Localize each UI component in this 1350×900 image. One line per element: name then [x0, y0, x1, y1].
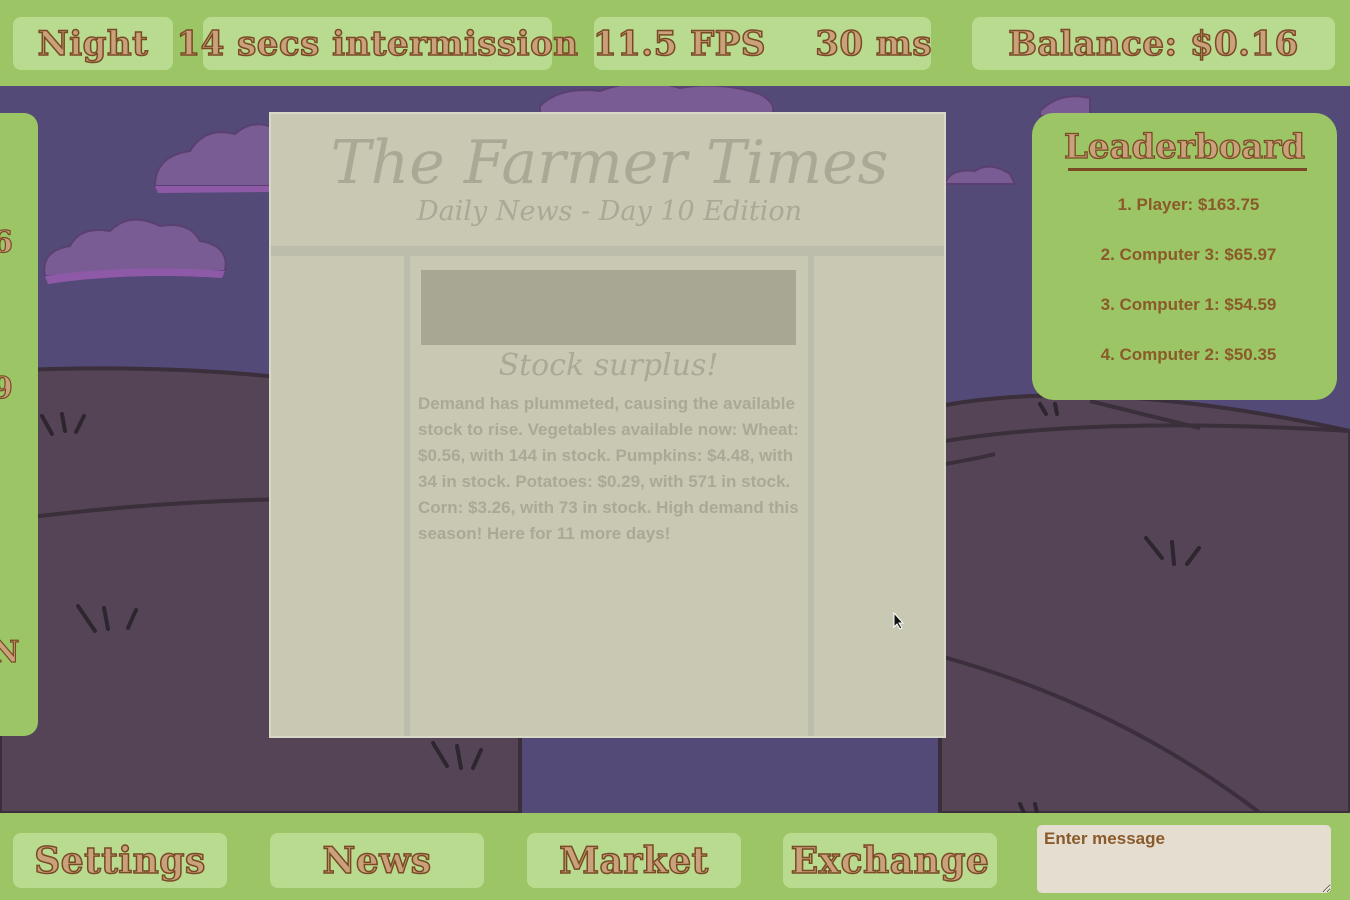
settings-button[interactable]: Settings: [13, 833, 227, 888]
side-panel-fragment: 6: [0, 224, 13, 260]
article-headline: Stock surplus!: [498, 348, 719, 383]
mouse-cursor-icon: [893, 612, 905, 630]
news-button[interactable]: News: [270, 833, 484, 888]
column-divider: [808, 256, 814, 736]
side-panel: 6 9 N: [0, 113, 38, 736]
leaderboard-title-underline: [1068, 168, 1307, 171]
leaderboard-entry: 3. Computer 1: $54.59: [1100, 295, 1277, 314]
newspaper-subtitle: Daily News - Day 10 Edition: [417, 196, 802, 227]
leaderboard-entry: 4. Computer 2: $50.35: [1100, 345, 1277, 364]
cloud-shadow: [155, 186, 275, 193]
leaderboard-title: Leaderboard: [1063, 126, 1306, 167]
newspaper-modal: The Farmer Times Daily News - Day 10 Edi…: [269, 112, 946, 738]
leaderboard-panel: Leaderboard 1. Player: $163.75 2. Comput…: [1032, 113, 1337, 400]
article-body: Demand has plummeted, causing the availa…: [418, 394, 799, 543]
side-panel-fragment: N: [0, 634, 20, 670]
article-image-placeholder: [421, 270, 796, 345]
time-of-day-label: Night: [13, 17, 173, 70]
column-divider: [404, 256, 410, 736]
intermission-timer: 14 secs intermission: [176, 17, 579, 70]
balance-display: Balance: $0.16: [972, 17, 1335, 70]
performance-counter: 11.5 FPS 30 ms: [592, 17, 932, 70]
leaderboard-entry: 2. Computer 3: $65.97: [1100, 245, 1277, 264]
exchange-button[interactable]: Exchange: [783, 833, 997, 888]
market-button[interactable]: Market: [527, 833, 741, 888]
chat-message-input[interactable]: [1037, 825, 1331, 893]
newspaper-title: The Farmer Times: [330, 128, 889, 198]
newspaper-header-rule: [271, 246, 944, 256]
side-panel-fragment: 9: [0, 370, 13, 406]
leaderboard-entry: 1. Player: $163.75: [1117, 195, 1260, 214]
